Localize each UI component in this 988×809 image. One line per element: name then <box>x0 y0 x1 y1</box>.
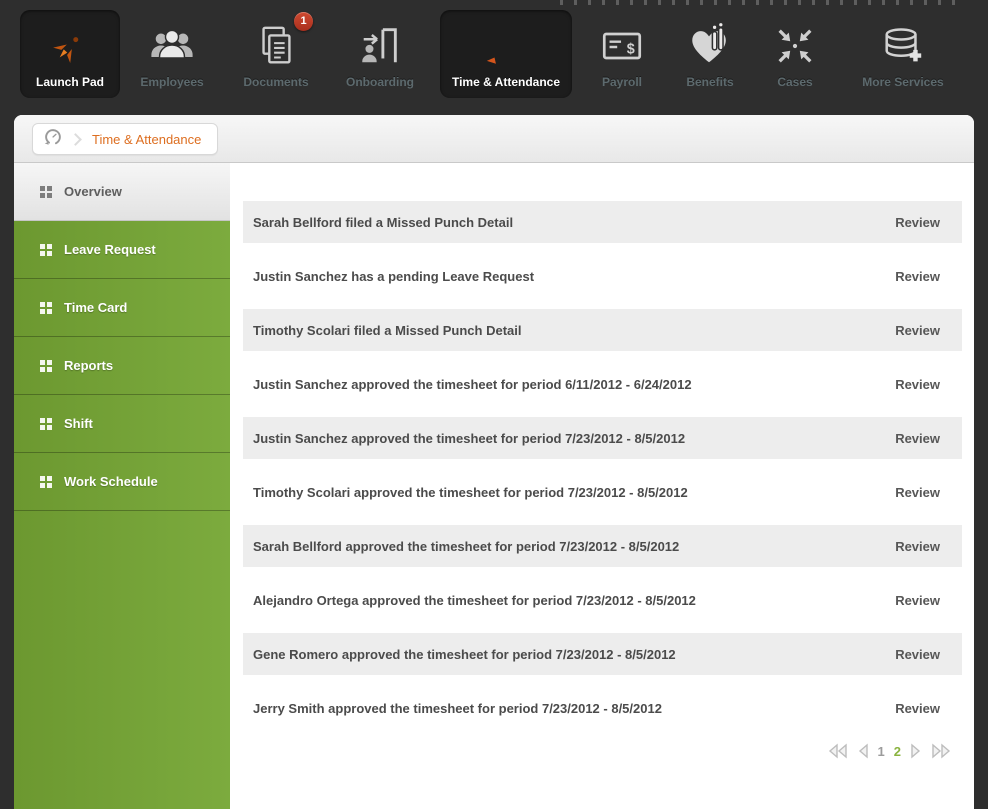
nav-item-more-services[interactable]: More Services <box>844 10 962 98</box>
next-page-button[interactable] <box>909 743 923 759</box>
sidebar-item-label: Time Card <box>64 300 128 315</box>
grid-icon <box>40 475 52 488</box>
history-clock-icon <box>42 126 64 153</box>
review-link[interactable]: Review <box>895 215 940 230</box>
activity-row: Justin Sanchez approved the timesheet fo… <box>243 363 962 405</box>
activity-text: Sarah Bellford filed a Missed Punch Deta… <box>253 214 514 230</box>
nav-item-label: Time & Attendance <box>451 75 561 89</box>
rocket-icon <box>20 10 120 75</box>
nav-item-onboarding[interactable]: Onboarding <box>328 10 432 98</box>
nav-item-employees[interactable]: Employees <box>120 10 224 98</box>
onboarding-icon <box>328 10 432 75</box>
review-link[interactable]: Review <box>895 539 940 554</box>
employees-icon <box>120 10 224 75</box>
pagination: 12 <box>230 743 952 759</box>
more-services-database-icon <box>844 10 962 75</box>
page-number-2[interactable]: 2 <box>893 744 902 759</box>
nav-item-launch-pad[interactable]: Launch Pad <box>20 10 120 98</box>
activity-list: Sarah Bellford filed a Missed Punch Deta… <box>243 201 962 729</box>
top-nav: Launch Pad Employees Documents 1 Onboard… <box>20 10 962 98</box>
activity-text: Gene Romero approved the timesheet for p… <box>253 646 676 662</box>
sidebar-item-label: Shift <box>64 416 93 431</box>
activity-text: Justin Sanchez has a pending Leave Reque… <box>253 268 535 284</box>
main-area: Sarah Bellford filed a Missed Punch Deta… <box>230 163 974 809</box>
nav-item-cases[interactable]: Cases <box>752 10 838 98</box>
review-link[interactable]: Review <box>895 269 940 284</box>
sidebar-item-time-card[interactable]: Time Card <box>14 279 230 337</box>
activity-row: Sarah Bellford filed a Missed Punch Deta… <box>243 201 962 243</box>
sidebar-item-label: Overview <box>64 184 122 199</box>
notification-badge: 1 <box>294 12 313 31</box>
activity-row: Gene Romero approved the timesheet for p… <box>243 633 962 675</box>
activity-row: Jerry Smith approved the timesheet for p… <box>243 687 962 729</box>
review-link[interactable]: Review <box>895 485 940 500</box>
time-clock-icon <box>440 10 572 75</box>
activity-row: Timothy Scolari approved the timesheet f… <box>243 471 962 513</box>
activity-text: Justin Sanchez approved the timesheet fo… <box>253 430 686 446</box>
nav-item-label: Payroll <box>601 75 643 89</box>
cases-arrows-icon <box>752 10 838 75</box>
review-link[interactable]: Review <box>895 647 940 662</box>
payroll-check-icon: $ <box>576 10 668 75</box>
prev-page-button[interactable] <box>856 743 870 759</box>
activity-row: Justin Sanchez has a pending Leave Reque… <box>243 255 962 297</box>
activity-row: Justin Sanchez approved the timesheet fo… <box>243 417 962 459</box>
sidebar: Overview Leave Request Time Card Reports… <box>14 163 230 809</box>
nav-item-time-attendance[interactable]: Time & Attendance <box>440 10 572 98</box>
grid-icon <box>40 243 52 256</box>
nav-item-label: Benefits <box>686 75 734 89</box>
nav-item-documents[interactable]: Documents 1 <box>224 10 328 98</box>
nav-item-benefits[interactable]: Benefits <box>668 10 752 98</box>
grid-icon <box>40 301 52 314</box>
activity-row: Timothy Scolari filed a Missed Punch Det… <box>243 309 962 351</box>
benefits-heart-icon <box>668 10 752 75</box>
first-page-button[interactable] <box>827 743 849 759</box>
review-link[interactable]: Review <box>895 593 940 608</box>
breadcrumb-current-label: Time & Attendance <box>92 131 202 147</box>
sidebar-item-leave-request[interactable]: Leave Request <box>14 221 230 279</box>
grid-icon <box>40 185 52 198</box>
review-link[interactable]: Review <box>895 377 940 392</box>
sidebar-item-label: Work Schedule <box>64 474 158 489</box>
sidebar-item-work-schedule[interactable]: Work Schedule <box>14 453 230 511</box>
sidebar-item-overview[interactable]: Overview <box>14 163 230 221</box>
nav-item-payroll[interactable]: $ Payroll <box>576 10 668 98</box>
nav-item-label: Documents <box>243 75 309 89</box>
sidebar-item-label: Leave Request <box>64 242 156 257</box>
activity-row: Alejandro Ortega approved the timesheet … <box>243 579 962 621</box>
activity-text: Alejandro Ortega approved the timesheet … <box>253 592 696 608</box>
activity-text: Sarah Bellford approved the timesheet fo… <box>253 538 680 554</box>
sidebar-item-label: Reports <box>64 358 114 373</box>
activity-row: Sarah Bellford approved the timesheet fo… <box>243 525 962 567</box>
nav-item-label: Launch Pad <box>35 75 104 89</box>
nav-item-label: Cases <box>777 75 813 89</box>
breadcrumb: Time & Attendance <box>32 123 219 155</box>
nav-item-label: Onboarding <box>346 75 414 89</box>
review-link[interactable]: Review <box>895 701 940 716</box>
review-link[interactable]: Review <box>895 323 940 338</box>
content-panel: Time & Attendance Overview Leave Request… <box>14 115 974 809</box>
nav-item-label: More Services <box>862 75 944 89</box>
activity-text: Timothy Scolari filed a Missed Punch Det… <box>253 322 522 338</box>
last-page-button[interactable] <box>930 743 952 759</box>
svg-text:$: $ <box>627 41 635 57</box>
activity-text: Justin Sanchez approved the timesheet fo… <box>253 376 692 392</box>
nav-item-label: Employees <box>140 75 204 89</box>
page-number-1[interactable]: 1 <box>877 744 886 759</box>
grid-icon <box>40 417 52 430</box>
breadcrumb-home-button[interactable] <box>33 124 73 154</box>
breadcrumb-bar: Time & Attendance <box>14 115 974 163</box>
grid-icon <box>40 359 52 372</box>
activity-text: Jerry Smith approved the timesheet for p… <box>253 700 662 716</box>
sidebar-item-shift[interactable]: Shift <box>14 395 230 453</box>
sidebar-item-reports[interactable]: Reports <box>14 337 230 395</box>
clipped-header-text <box>560 0 960 5</box>
activity-text: Timothy Scolari approved the timesheet f… <box>253 484 688 500</box>
review-link[interactable]: Review <box>895 431 940 446</box>
